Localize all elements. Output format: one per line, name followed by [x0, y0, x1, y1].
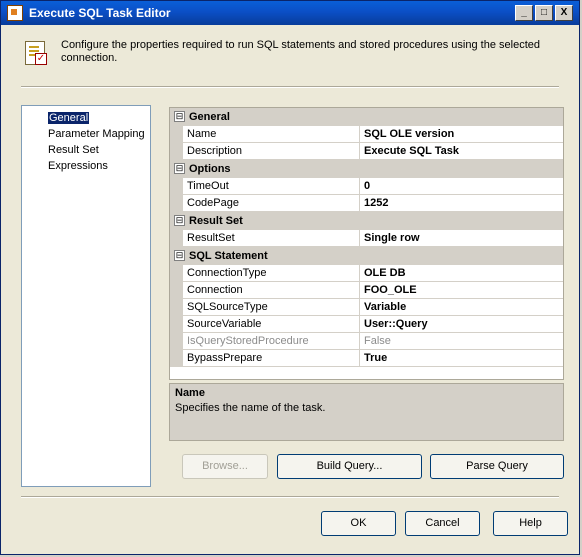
property-grid: ⊟ General Name SQL OLE version Description…	[169, 107, 564, 380]
title-bar[interactable]: Execute SQL Task Editor _ □ X	[1, 1, 579, 25]
ok-button[interactable]: OK	[321, 511, 396, 536]
nav-item-label: Parameter Mapping	[48, 128, 145, 140]
nav-item-parameter-mapping[interactable]: Parameter Mapping	[46, 126, 150, 142]
nav-item-result-set[interactable]: Result Set	[46, 142, 150, 158]
property-name: Description	[183, 143, 360, 160]
property-name: SourceVariable	[183, 316, 360, 333]
footer-separator	[21, 496, 559, 498]
property-value[interactable]: FOO_OLE	[360, 282, 563, 299]
collapse-icon[interactable]: ⊟	[174, 215, 185, 226]
window-title: Execute SQL Task Editor	[29, 6, 171, 20]
property-value[interactable]: 0	[360, 178, 563, 195]
nav-item-general[interactable]: General	[46, 110, 150, 126]
browse-button: Browse...	[182, 454, 268, 479]
nav-item-expressions[interactable]: Expressions	[46, 158, 150, 174]
collapse-icon[interactable]: ⊟	[174, 163, 185, 174]
help-button[interactable]: Help	[493, 511, 568, 536]
property-value[interactable]: Single row	[360, 230, 563, 247]
property-value[interactable]: User::Query	[360, 316, 563, 333]
property-value[interactable]: True	[360, 350, 563, 367]
property-value[interactable]: Variable	[360, 299, 563, 316]
property-row: IsQueryStoredProcedure False	[170, 333, 563, 350]
build-query-button[interactable]: Build Query...	[277, 454, 422, 479]
parse-query-button[interactable]: Parse Query	[430, 454, 564, 479]
app-icon	[7, 5, 23, 21]
property-row[interactable]: ResultSet Single row	[170, 230, 563, 247]
property-row[interactable]: BypassPrepare True	[170, 350, 563, 367]
property-row[interactable]: CodePage 1252	[170, 195, 563, 212]
property-row[interactable]: Connection FOO_OLE	[170, 282, 563, 299]
nav-item-label: Result Set	[48, 144, 99, 156]
category-options[interactable]: ⊟ Options	[170, 160, 563, 178]
collapse-icon[interactable]: ⊟	[174, 111, 185, 122]
category-label: Options	[189, 162, 231, 175]
header-separator	[21, 86, 559, 88]
property-name: CodePage	[183, 195, 360, 212]
category-general[interactable]: ⊟ General	[170, 108, 563, 126]
property-name: IsQueryStoredProcedure	[183, 333, 360, 350]
property-value[interactable]: 1252	[360, 195, 563, 212]
execute-sql-task-editor-window: Execute SQL Task Editor _ □ X ✓ Configur…	[0, 0, 580, 555]
property-name: BypassPrepare	[183, 350, 360, 367]
property-row[interactable]: SQLSourceType Variable	[170, 299, 563, 316]
property-value: False	[360, 333, 563, 350]
header-description: Configure the properties required to run…	[61, 39, 540, 64]
task-icon: ✓	[21, 39, 47, 67]
property-row[interactable]: TimeOut 0	[170, 178, 563, 195]
property-name: TimeOut	[183, 178, 360, 195]
property-value[interactable]: Execute SQL Task	[360, 143, 563, 160]
minimize-button[interactable]: _	[515, 5, 533, 21]
property-name: ResultSet	[183, 230, 360, 247]
property-name: ConnectionType	[183, 265, 360, 282]
property-value[interactable]: SQL OLE version	[360, 126, 563, 143]
property-row[interactable]: ConnectionType OLE DB	[170, 265, 563, 282]
nav-item-label: Expressions	[48, 160, 108, 172]
cancel-button[interactable]: Cancel	[405, 511, 480, 536]
nav-item-label: General	[48, 112, 90, 124]
category-label: General	[189, 110, 230, 123]
property-row[interactable]: Name SQL OLE version	[170, 126, 563, 143]
property-name: Connection	[183, 282, 360, 299]
close-button[interactable]: X	[555, 5, 573, 21]
property-row[interactable]: Description Execute SQL Task	[170, 143, 563, 160]
description-title: Name	[175, 387, 205, 399]
category-result-set[interactable]: ⊟ Result Set	[170, 212, 563, 230]
property-name: SQLSourceType	[183, 299, 360, 316]
category-sql-statement[interactable]: ⊟ SQL Statement	[170, 247, 563, 265]
dialog-header: ✓ Configure the properties required to r…	[21, 39, 569, 71]
collapse-icon[interactable]: ⊟	[174, 250, 185, 261]
description-text: Specifies the name of the task.	[175, 402, 326, 414]
category-label: Result Set	[189, 214, 243, 227]
maximize-button[interactable]: □	[535, 5, 553, 21]
property-row[interactable]: SourceVariable User::Query	[170, 316, 563, 333]
page-navigation-list: General Parameter Mapping Result Set Exp…	[21, 105, 151, 487]
property-value[interactable]: OLE DB	[360, 265, 563, 282]
category-label: SQL Statement	[189, 249, 268, 262]
property-description-pane: Name Specifies the name of the task.	[169, 383, 564, 441]
property-name: Name	[183, 126, 360, 143]
